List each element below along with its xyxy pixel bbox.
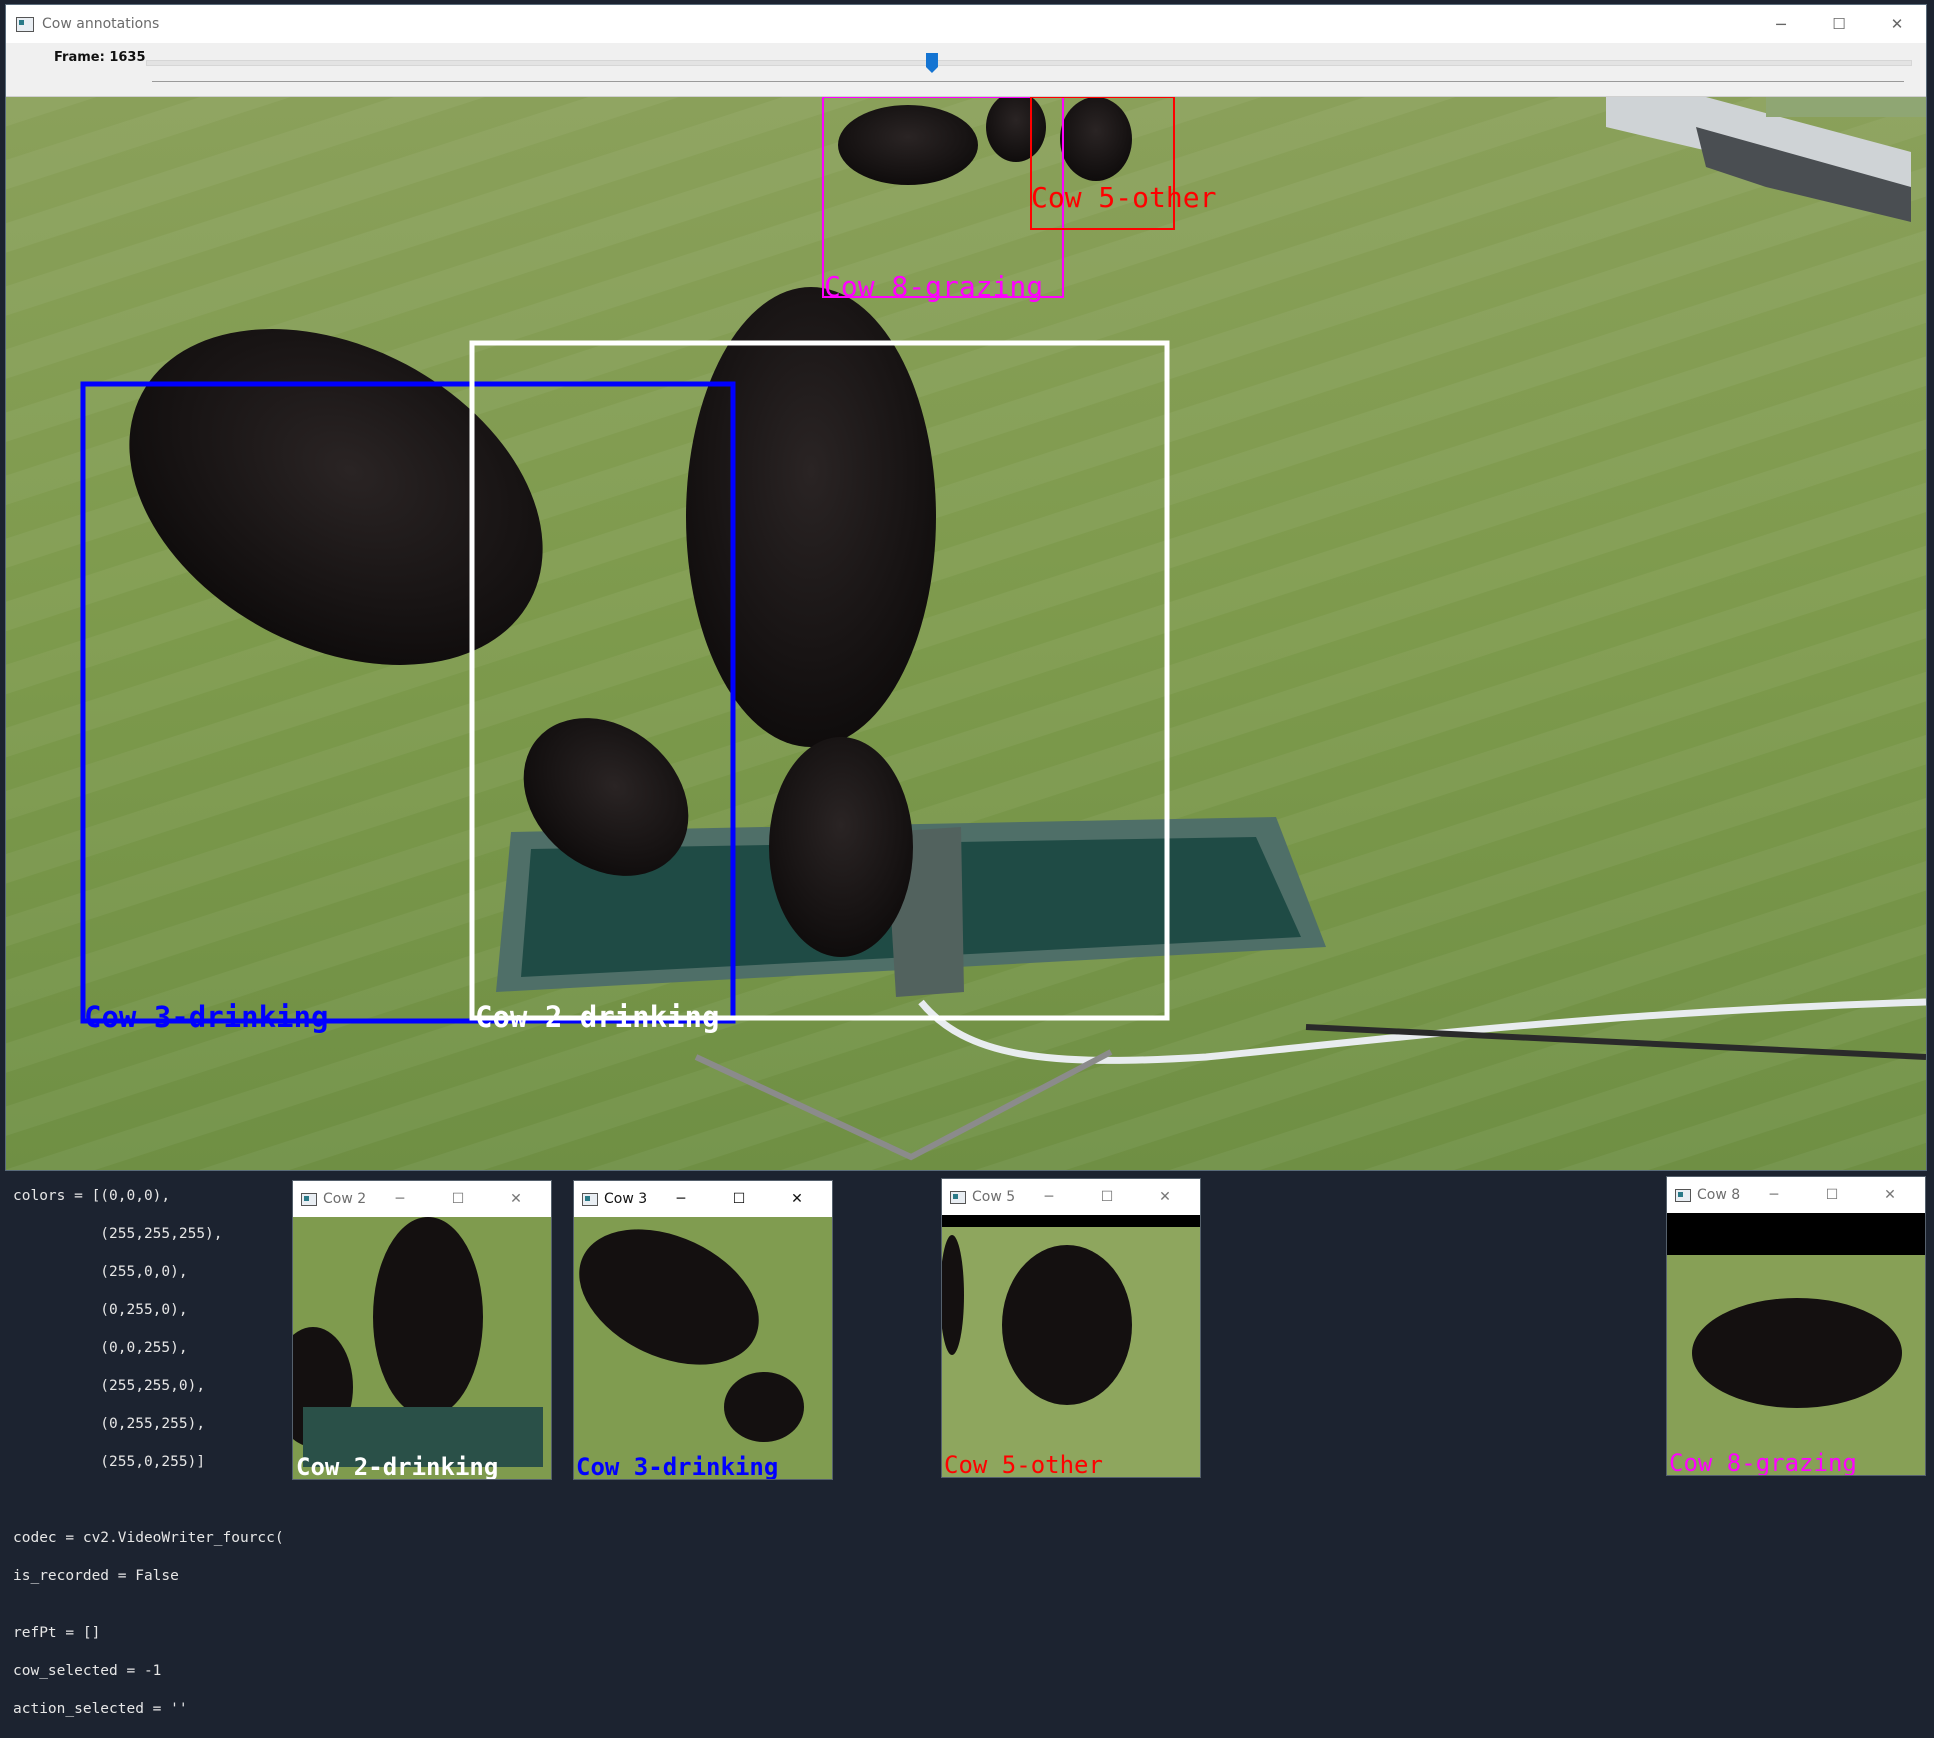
- crop-label: Cow 3-drinking: [576, 1453, 778, 1479]
- crop-titlebar[interactable]: Cow 3 ─ ☐ ✕: [574, 1181, 832, 1217]
- code-line: (255,0,255)]: [13, 1454, 206, 1470]
- crop-window-cow-5[interactable]: Cow 5 ─ ☐ ✕ Cow 5-other: [942, 1179, 1200, 1477]
- code-line: (0,255,255),: [13, 1416, 206, 1432]
- crop-window-title: Cow 2: [323, 1191, 367, 1207]
- crop-image: Cow 5-other: [942, 1215, 1200, 1477]
- window-titlebar[interactable]: Cow annotations ─ ☐ ✕: [6, 5, 1926, 43]
- close-button[interactable]: ✕: [768, 1181, 826, 1217]
- code-line: action_selected = '': [13, 1701, 188, 1717]
- code-line: (255,255,0),: [13, 1378, 206, 1394]
- close-button[interactable]: ✕: [1868, 5, 1926, 43]
- maximize-button[interactable]: ☐: [710, 1181, 768, 1217]
- minimize-button[interactable]: ─: [1020, 1179, 1078, 1215]
- video-frame[interactable]: Cow 8-grazing Cow 5-other Cow 3-drinking…: [6, 97, 1926, 1170]
- code-line: colors = [(0,0,0),: [13, 1188, 171, 1204]
- crop-window-cow-2[interactable]: Cow 2 ─ ☐ ✕ Cow 2-drinking: [293, 1181, 551, 1479]
- editor-right-gutter: [1926, 740, 1934, 1479]
- cow-5-shape: [1060, 97, 1132, 181]
- video-canvas: Cow 8-grazing Cow 5-other Cow 3-drinking…: [6, 97, 1926, 1170]
- label-cow-5: Cow 5-other: [1031, 181, 1216, 214]
- close-button[interactable]: ✕: [1861, 1177, 1919, 1213]
- close-button[interactable]: ✕: [1136, 1179, 1194, 1215]
- crop-window-cow-8[interactable]: Cow 8 ─ ☐ ✕ Cow 8-grazing: [1667, 1177, 1925, 1475]
- minimize-button[interactable]: ─: [1752, 5, 1810, 43]
- code-line: (0,255,0),: [13, 1302, 188, 1318]
- frame-slider-ticks: [152, 81, 1904, 85]
- cow-8-shape: [838, 105, 978, 185]
- maximize-button[interactable]: ☐: [1803, 1177, 1861, 1213]
- crop-image: Cow 2-drinking: [293, 1217, 551, 1479]
- code-line: (0,0,255),: [13, 1340, 188, 1356]
- frame-toolbar: Frame: 1635: [6, 43, 1926, 97]
- frame-slider[interactable]: [146, 53, 1912, 73]
- code-line: refPt = []: [13, 1625, 101, 1641]
- maximize-button[interactable]: ☐: [1078, 1179, 1136, 1215]
- crop-window-title: Cow 3: [604, 1191, 648, 1207]
- crop-label: Cow 8-grazing: [1669, 1449, 1857, 1475]
- minimize-button[interactable]: ─: [1745, 1177, 1803, 1213]
- code-line: is_recorded = False: [13, 1568, 179, 1584]
- maximize-button[interactable]: ☐: [429, 1181, 487, 1217]
- code-line: (255,255,255),: [13, 1226, 223, 1242]
- crop-titlebar[interactable]: Cow 2 ─ ☐ ✕: [293, 1181, 551, 1217]
- label-cow-2: Cow 2-drinking: [475, 1000, 719, 1034]
- crop-image: Cow 8-grazing: [1667, 1213, 1925, 1475]
- crop-window-title: Cow 8: [1697, 1187, 1741, 1203]
- label-cow-8: Cow 8-grazing: [824, 270, 1043, 303]
- frame-slider-thumb[interactable]: [925, 53, 938, 73]
- crop-window-cow-3[interactable]: Cow 3 ─ ☐ ✕ Cow 3-drinking: [574, 1181, 832, 1479]
- crop-label: Cow 2-drinking: [296, 1453, 498, 1479]
- minimize-button[interactable]: ─: [371, 1181, 429, 1217]
- crop-titlebar[interactable]: Cow 5 ─ ☐ ✕: [942, 1179, 1200, 1215]
- maximize-button[interactable]: ☐: [1810, 5, 1868, 43]
- app-window-icon: [582, 1192, 598, 1206]
- window-title: Cow annotations: [42, 16, 160, 32]
- minimize-button[interactable]: ─: [652, 1181, 710, 1217]
- code-line: cow_selected = -1: [13, 1663, 162, 1679]
- app-window-icon: [301, 1192, 317, 1206]
- crop-label: Cow 5-other: [944, 1451, 1103, 1477]
- label-cow-3: Cow 3-drinking: [84, 1000, 328, 1034]
- code-editor[interactable]: colors = [(0,0,0), (255,255,255), (255,0…: [0, 1168, 313, 1717]
- code-line: (255,0,0),: [13, 1264, 188, 1280]
- app-window-icon: [16, 16, 34, 32]
- cow-annotations-window[interactable]: Cow annotations ─ ☐ ✕ Frame: 1635 Cow 8-…: [6, 5, 1926, 1170]
- close-button[interactable]: ✕: [487, 1181, 545, 1217]
- frame-label: Frame: 1635: [54, 50, 146, 65]
- app-window-icon: [950, 1190, 966, 1204]
- app-window-icon: [1675, 1188, 1691, 1202]
- crop-image: Cow 3-drinking: [574, 1217, 832, 1479]
- crop-window-title: Cow 5: [972, 1189, 1016, 1205]
- code-line: codec = cv2.VideoWriter_fourcc(: [13, 1530, 284, 1546]
- crop-titlebar[interactable]: Cow 8 ─ ☐ ✕: [1667, 1177, 1925, 1213]
